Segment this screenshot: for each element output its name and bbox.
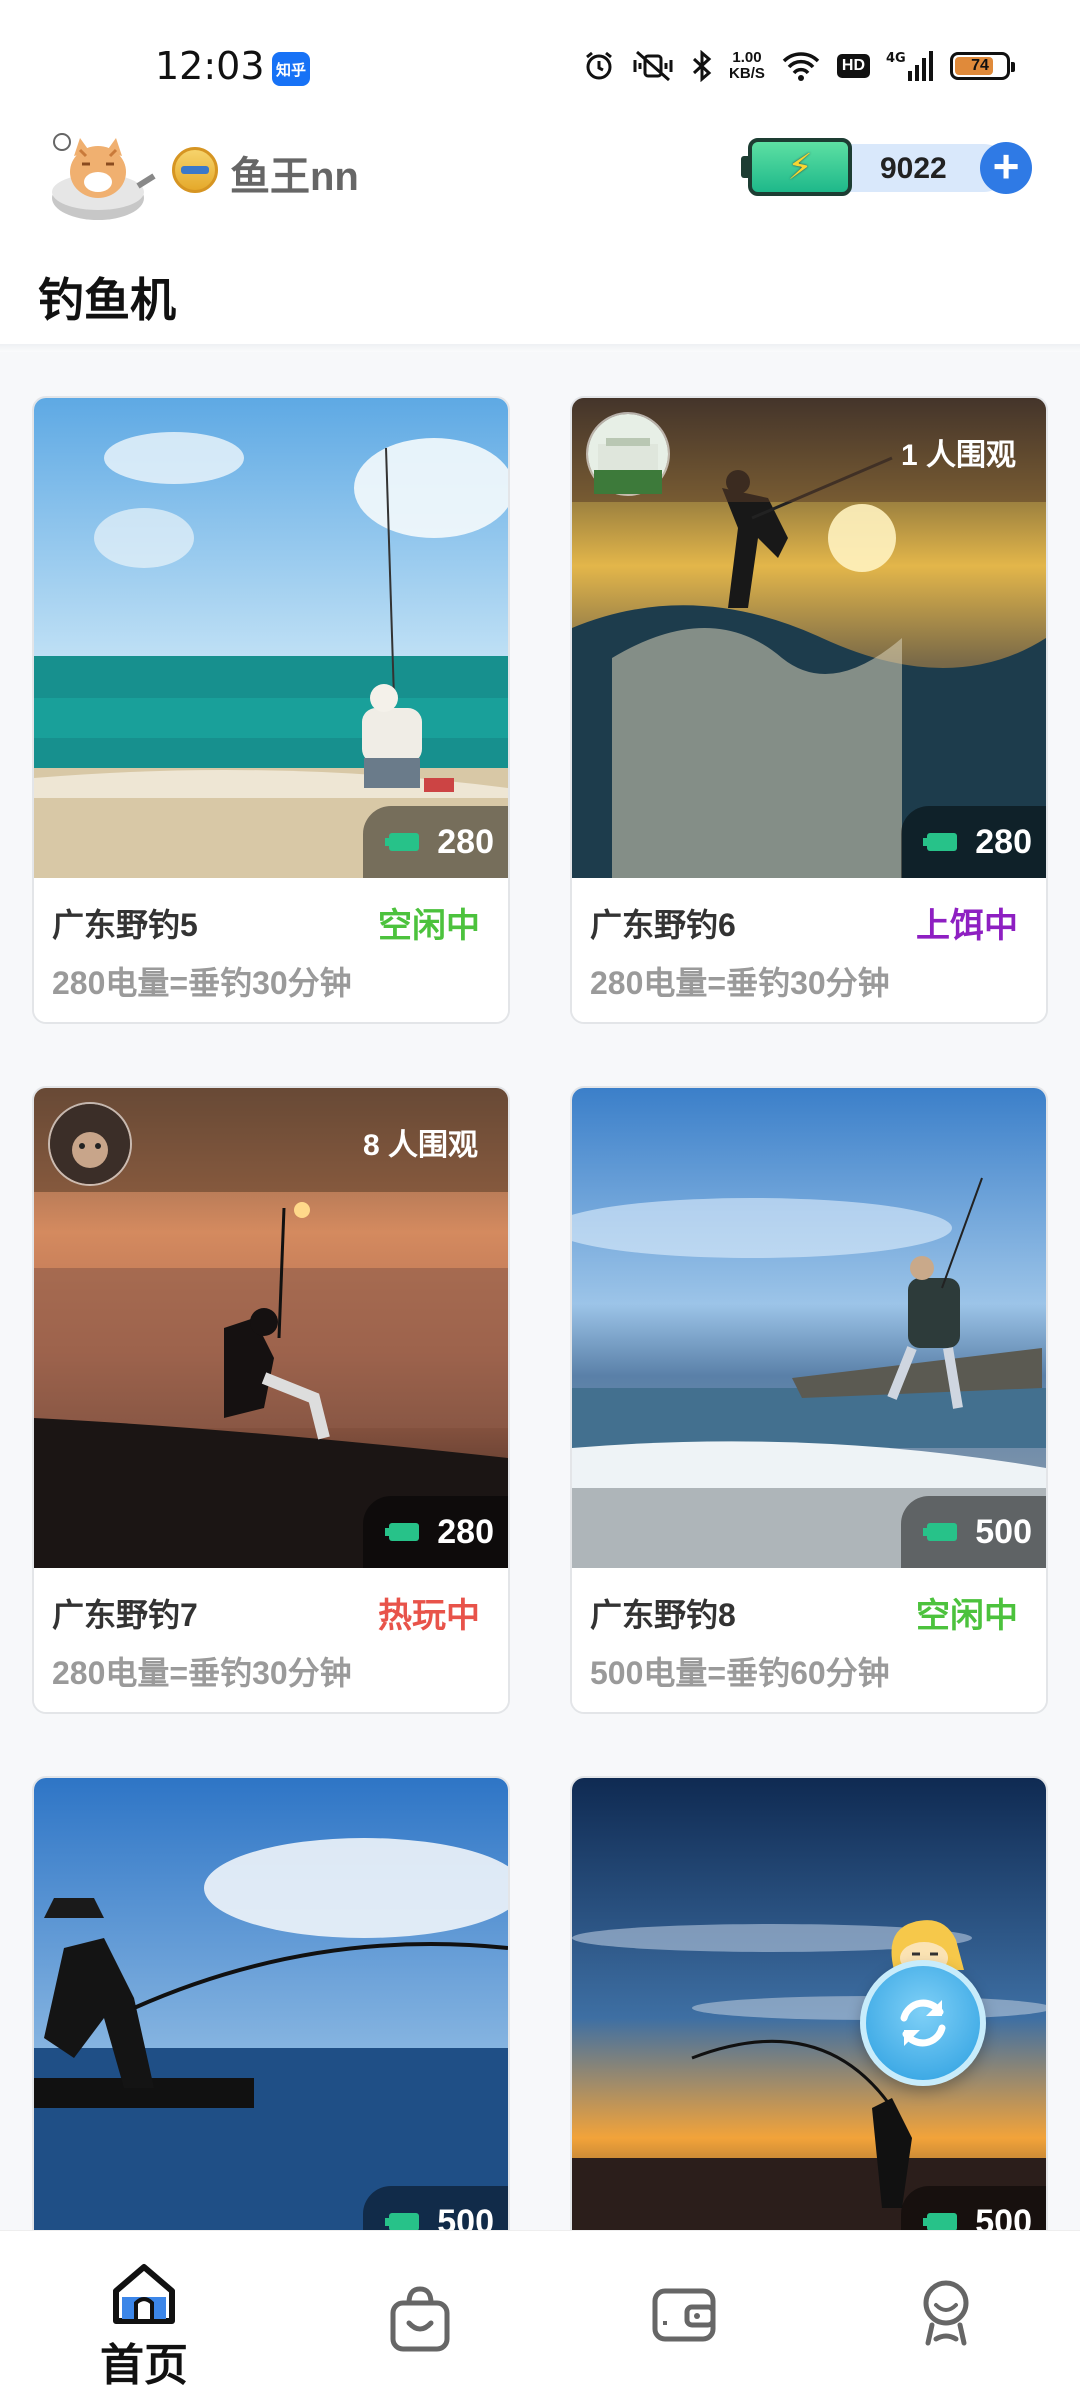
bottom-nav: 首页 — [0, 2230, 1080, 2400]
nav-wallet[interactable] — [624, 2263, 744, 2393]
power-tag: 280 — [363, 806, 508, 878]
machine-thumbnail: 500 — [572, 1088, 1046, 1568]
bolt-icon: ⚡ — [787, 146, 813, 187]
status-bar: 12:03 知乎 1.00 KB/S HD 4G 74 — [0, 0, 1080, 120]
nav-profile[interactable] — [886, 2263, 1006, 2393]
watcher-avatar — [48, 1102, 132, 1186]
machine-price-desc: 280电量=垂钓30分钟 — [52, 1655, 352, 1691]
machine-thumbnail: 500 — [34, 1778, 508, 2230]
zhihu-app-icon: 知乎 — [272, 52, 310, 86]
refresh-icon — [900, 1999, 946, 2047]
battery-icon — [923, 2213, 958, 2230]
signal-label: 4G — [886, 51, 906, 66]
power-value: 280 — [975, 822, 1032, 861]
nav-home-label: 首页 — [100, 2341, 188, 2390]
machine-price-desc: 280电量=垂钓30分钟 — [590, 965, 890, 1001]
machine-status: 热玩中 — [378, 1597, 480, 1635]
nav-home[interactable]: 首页 — [84, 2263, 204, 2393]
battery-level: 74 — [971, 57, 989, 74]
energy-battery-icon: ⚡ — [741, 138, 852, 196]
network-speed-value: 1.00 — [732, 49, 762, 66]
signal-icon: 4G — [886, 49, 934, 83]
energy-balance: ⚡ 9022 + — [741, 134, 1034, 200]
machine-thumbnail: 1 人围观 280 — [572, 398, 1046, 878]
machine-name: 广东野钓5 — [52, 907, 198, 943]
coin-can-icon — [172, 147, 218, 193]
network-speed-unit: KB/S — [729, 65, 765, 82]
machine-price-desc: 500电量=垂钓60分钟 — [590, 1655, 890, 1691]
machine-status: 空闲中 — [378, 907, 480, 945]
power-value: 280 — [437, 822, 494, 861]
wallet-icon — [652, 2288, 716, 2342]
machine-card[interactable]: 1 人围观 280 广东野钓6 上饵中 280电量=垂钓30分钟 — [570, 396, 1048, 1024]
machine-card[interactable]: 500 广东野钓8 空闲中 500电量=垂钓60分钟 — [570, 1086, 1048, 1714]
nav-shop[interactable] — [360, 2263, 480, 2393]
battery-indicator: 74 — [950, 52, 1015, 80]
watcher-avatar — [586, 412, 670, 496]
energy-value: 9022 — [880, 152, 947, 185]
machine-name: 广东野钓6 — [590, 907, 736, 943]
status-time: 12:03 — [155, 44, 265, 88]
status-icons: 1.00 KB/S HD 4G 74 — [583, 46, 1015, 86]
profile-icon — [923, 2280, 969, 2346]
machine-status: 上饵中 — [916, 907, 1018, 945]
refresh-button[interactable] — [860, 1960, 986, 2086]
network-speed: 1.00 KB/S — [729, 50, 765, 82]
power-tag: 500 — [901, 2186, 1046, 2230]
machine-price-desc: 280电量=垂钓30分钟 — [52, 965, 352, 1001]
power-value: 280 — [437, 1512, 494, 1551]
battery-icon — [385, 1523, 420, 1541]
machine-name: 广东野钓8 — [590, 1597, 736, 1633]
battery-icon — [385, 2213, 420, 2230]
card-info: 广东野钓7 热玩中 280电量=垂钓30分钟 — [34, 1568, 508, 1712]
machine-card[interactable]: 8 人围观 280 广东野钓7 热玩中 280电量=垂钓30分钟 — [32, 1086, 510, 1714]
home-icon — [113, 2264, 175, 2324]
power-value: 500 — [437, 2202, 494, 2231]
hd-badge: HD — [836, 54, 870, 78]
username: 鱼王nn — [230, 155, 359, 199]
machine-card[interactable]: 500 — [32, 1776, 510, 2230]
power-tag: 280 — [901, 806, 1046, 878]
power-tag: 280 — [363, 1496, 508, 1568]
page-title: 钓鱼机 — [38, 274, 176, 326]
power-tag: 500 — [363, 2186, 508, 2230]
battery-icon — [923, 833, 958, 851]
user-header: 鱼王nn ⚡ 9022 + — [0, 120, 1080, 232]
battery-icon — [923, 1523, 958, 1541]
power-value: 500 — [975, 2202, 1032, 2231]
power-tag: 500 — [901, 1496, 1046, 1568]
machine-thumbnail: 280 — [34, 398, 508, 878]
machine-status: 空闲中 — [916, 1597, 1018, 1635]
add-energy-button[interactable]: + — [980, 142, 1032, 194]
machine-thumbnail: 8 人围观 280 — [34, 1088, 508, 1568]
mute-vibrate-icon — [631, 50, 675, 82]
watchers-bar: 1 人围观 — [572, 398, 1046, 502]
alarm-icon — [583, 50, 615, 82]
card-info: 广东野钓5 空闲中 280电量=垂钓30分钟 — [34, 878, 508, 1022]
wifi-icon — [781, 50, 821, 82]
shopping-bag-icon — [390, 2286, 450, 2352]
card-info: 广东野钓8 空闲中 500电量=垂钓60分钟 — [572, 1568, 1046, 1712]
watchers-count: 1 人围观 — [900, 439, 1016, 472]
watchers-count: 8 人围观 — [362, 1129, 478, 1162]
card-info: 广东野钓6 上饵中 280电量=垂钓30分钟 — [572, 878, 1046, 1022]
avatar[interactable] — [46, 126, 156, 226]
bluetooth-icon — [691, 50, 713, 82]
machine-card[interactable]: 280 广东野钓5 空闲中 280电量=垂钓30分钟 — [32, 396, 510, 1024]
power-value: 500 — [975, 1512, 1032, 1551]
battery-icon — [385, 833, 420, 851]
title-divider — [0, 344, 1080, 352]
watchers-bar: 8 人围观 — [34, 1088, 508, 1192]
machine-name: 广东野钓7 — [52, 1597, 198, 1633]
